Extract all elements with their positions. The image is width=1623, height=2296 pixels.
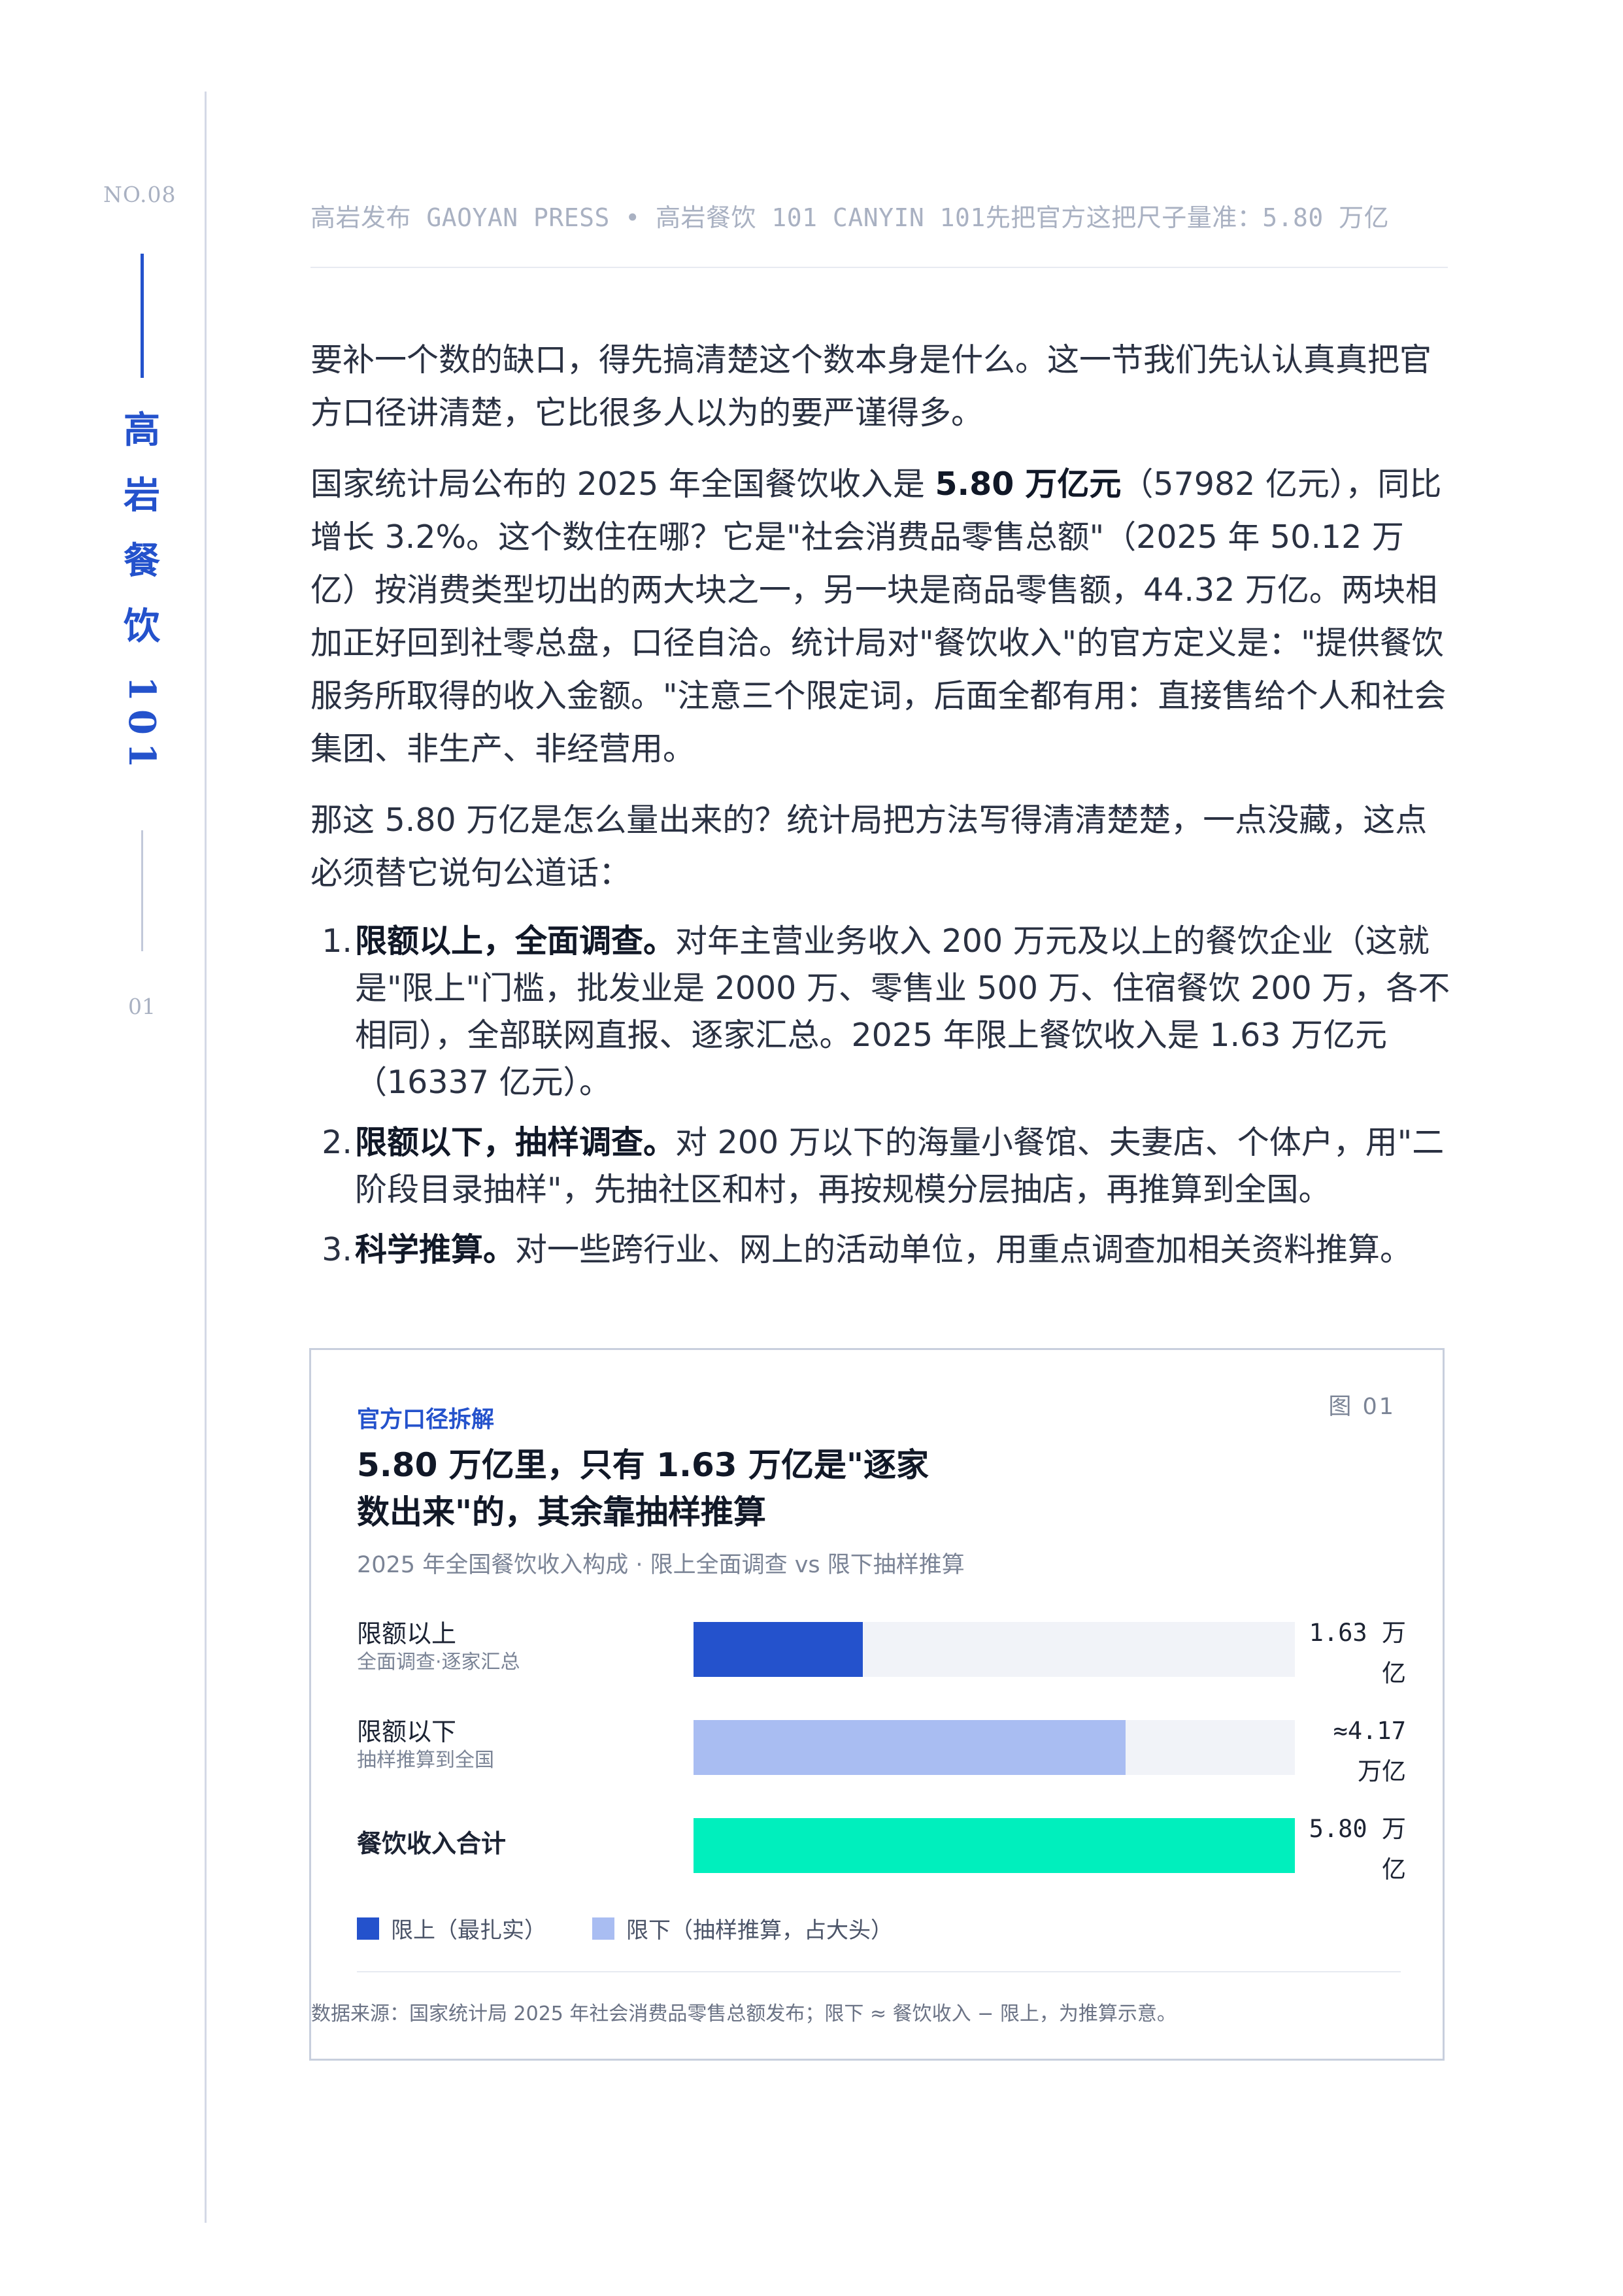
bar-label: 限额以下 抽样推算到全国	[357, 1716, 631, 1774]
paragraph-3: 那这 5.80 万亿是怎么量出来的？统计局把方法写得清清楚楚，一点没藏，这点必须…	[310, 802, 1428, 892]
list-item-lead: 科学推算。	[355, 1231, 516, 1268]
header-divider	[310, 267, 1448, 268]
bar-category: 限额以上	[357, 1619, 457, 1648]
figure-source-note: 数据来源：国家统计局 2025 年社会消费品零售总额发布；限下 ≈ 餐饮收入 −…	[311, 2002, 1177, 2025]
list-item: 3. 科学推算。对一些跨行业、网上的活动单位，用重点调查加相关资料推算。	[310, 1226, 1451, 1274]
legend-item: 限下（抽样推算，占大头）	[592, 1912, 893, 1944]
list-item: 2. 限额以下，抽样调查。对 200 万以下的海量小餐馆、夫妻店、个体户，用"二…	[310, 1119, 1451, 1213]
bar-row: 限额以下 抽样推算到全国 ≈4.17 万亿	[357, 1716, 1406, 1785]
bar-track	[694, 1720, 1295, 1775]
running-header: 高岩发布 GAOYAN PRESS • 高岩餐饮 101 CANYIN 101先…	[310, 203, 1390, 232]
rail-divider	[141, 830, 143, 951]
bar-category: 餐饮收入合计	[357, 1829, 507, 1858]
legend-swatch	[357, 1917, 379, 1940]
figure-title: 5.80 万亿里，只有 1.63 万亿是"逐家数出来"的，其余靠抽样推算	[357, 1446, 929, 1531]
figure-subtitle: 2025 年全国餐饮收入构成 · 限上全面调查 vs 限下抽样推算	[357, 1552, 965, 1578]
list-number: 3.	[322, 1231, 352, 1268]
bar-category: 限额以下	[357, 1717, 457, 1746]
paragraph-1: 要补一个数的缺口，得先搞清楚这个数本身是什么。这一节我们先认认真真把官方口径讲清…	[310, 341, 1432, 431]
paragraph-2-highlight: 5.80 万亿元	[935, 465, 1122, 503]
issue-number: NO.08	[103, 182, 176, 207]
list-number: 1.	[322, 922, 352, 960]
figure-label: 图 01	[1328, 1394, 1396, 1420]
bar-label: 餐饮收入合计	[357, 1814, 631, 1873]
legend-swatch	[592, 1917, 614, 1940]
figure-footer-divider	[357, 1971, 1401, 1972]
legend-label: 限下（抽样推算，占大头）	[626, 1917, 893, 1944]
legend-item: 限上（最扎实）	[357, 1912, 546, 1944]
left-rail-line	[205, 92, 207, 2223]
paragraph-2-lead: 国家统计局公布的 2025 年全国餐饮收入是	[310, 465, 935, 503]
bar-value-label: 1.63 万亿	[1309, 1619, 1406, 1687]
bar-track	[694, 1622, 1295, 1677]
chart-legend: 限上（最扎实） 限下（抽样推算，占大头）	[357, 1912, 939, 1944]
bar-fill-below-quota	[694, 1720, 1126, 1775]
paragraph-2-rest: （57982 亿元），同比增长 3.2%。这个数住在哪？它是"社会消费品零售总额…	[310, 465, 1447, 768]
list-text: 科学推算。对一些跨行业、网上的活动单位，用重点调查加相关资料推算。	[355, 1226, 1451, 1274]
list-item-lead: 限额以下，抽样调查。	[355, 1124, 676, 1161]
bar-row: 限额以上 全面调查·逐家汇总 1.63 万亿	[357, 1618, 1406, 1687]
list-item-lead: 限额以上，全面调查。	[355, 922, 676, 960]
list-number: 2.	[322, 1124, 352, 1161]
bar-fill-total	[694, 1818, 1295, 1873]
brand-number: 101	[120, 676, 163, 776]
figure-kicker: 官方口径拆解	[357, 1407, 495, 1433]
bar-value-label: ≈4.17 万亿	[1333, 1717, 1406, 1785]
bar-note: 全面调查·逐家汇总	[357, 1651, 520, 1674]
bar-label: 限额以上 全面调查·逐家汇总	[357, 1618, 631, 1676]
brand-vertical: 高 岩 餐 饮 101	[120, 409, 163, 776]
method-list: 1. 限额以上，全面调查。对年主营业务收入 200 万元及以上的餐饮企业（这就是…	[310, 918, 1451, 1274]
list-item-body: 对一些跨行业、网上的活动单位，用重点调查加相关资料推算。	[515, 1231, 1413, 1268]
bar-value-label: 5.80 万亿	[1309, 1815, 1406, 1883]
bar-track	[694, 1818, 1295, 1873]
brand-char: 饮	[124, 605, 160, 648]
rail-accent-bar	[141, 254, 144, 378]
brand-char: 岩	[124, 474, 160, 517]
brand-char: 餐	[124, 539, 160, 582]
figure-card: 官方口径拆解 图 01 5.80 万亿里，只有 1.63 万亿是"逐家数出来"的…	[309, 1348, 1445, 2061]
paragraph-2: 国家统计局公布的 2025 年全国餐饮收入是 5.80 万亿元（57982 亿元…	[310, 458, 1451, 775]
bar-note: 抽样推算到全国	[357, 1749, 494, 1772]
list-item: 1. 限额以上，全面调查。对年主营业务收入 200 万元及以上的餐饮企业（这就是…	[310, 918, 1451, 1106]
list-text: 限额以上，全面调查。对年主营业务收入 200 万元及以上的餐饮企业（这就是"限上…	[355, 918, 1451, 1106]
legend-label: 限上（最扎实）	[391, 1917, 546, 1944]
brand-char: 高	[124, 409, 160, 452]
bar-row: 餐饮收入合计 5.80 万亿	[357, 1814, 1406, 1883]
page-number: 01	[128, 994, 156, 1019]
bar-fill-above-quota	[694, 1622, 863, 1677]
list-text: 限额以下，抽样调查。对 200 万以下的海量小餐馆、夫妻店、个体户，用"二阶段目…	[355, 1119, 1451, 1213]
article-body: 要补一个数的缺口，得先搞清楚这个数本身是什么。这一节我们先认认真真把官方口径讲清…	[310, 333, 1451, 1287]
